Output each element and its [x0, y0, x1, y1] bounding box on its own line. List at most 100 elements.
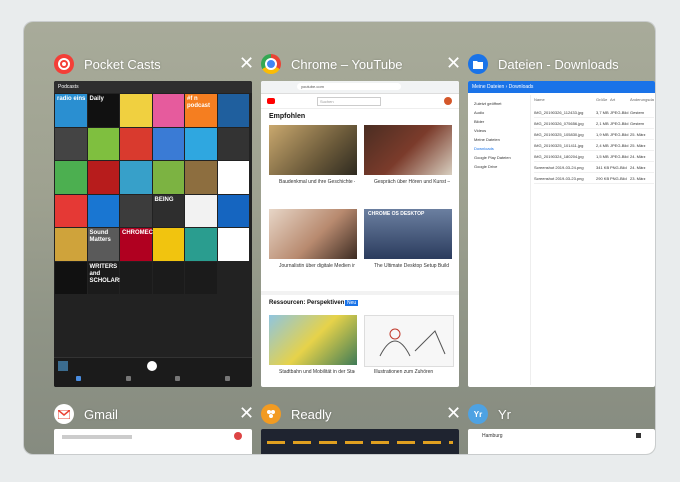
account-avatar[interactable]: [444, 97, 452, 105]
files-breadcrumb[interactable]: Meine Dateien › Downloads: [468, 81, 655, 93]
close-pocket-casts-icon[interactable]: ✕: [239, 54, 254, 72]
file-row[interactable]: IMG_20190326_112433.jpg 3,7 MB JPEG-Bild Ge…: [534, 107, 654, 118]
files-icon[interactable]: [468, 54, 488, 74]
podcast-tile[interactable]: Sound Matters: [87, 228, 119, 261]
podcast-tile[interactable]: [185, 228, 217, 261]
podcast-tile[interactable]: [152, 94, 184, 127]
podcast-tile[interactable]: [55, 194, 87, 227]
discover-tab-icon[interactable]: [175, 376, 181, 381]
promo-title[interactable]: Ressourcen: Perspektiven: [269, 300, 344, 306]
podcast-tile[interactable]: [152, 127, 184, 160]
podcast-tile[interactable]: BEING: [152, 194, 184, 227]
podcast-tile[interactable]: #f n podcast: [185, 94, 217, 127]
sidebar-item[interactable]: Downloads: [474, 146, 494, 151]
video-title-4[interactable]: The Ultimate Desktop Setup Build: [374, 263, 450, 269]
gmail-thumbnail[interactable]: [54, 429, 252, 454]
podcast-tile[interactable]: [217, 228, 249, 261]
readly-title[interactable]: Readly: [291, 407, 331, 422]
files-thumbnail[interactable]: Meine Dateien › Downloads Zuletzt geöffn…: [468, 81, 655, 387]
sidebar-item[interactable]: Zuletzt geöffnet: [474, 101, 502, 106]
video-title-3[interactable]: Journalistin über digitale Medien im Ges…: [279, 263, 355, 269]
podcast-tile[interactable]: [55, 228, 87, 261]
podcast-tile[interactable]: [87, 194, 119, 227]
podcast-tile[interactable]: [120, 261, 152, 294]
podcast-tile[interactable]: [185, 194, 217, 227]
close-readly-icon[interactable]: ✕: [446, 404, 461, 422]
profile-tab-icon[interactable]: [224, 376, 230, 381]
pocket-casts-icon[interactable]: [54, 54, 74, 74]
yr-title[interactable]: Yr: [498, 407, 511, 422]
sidebar-item[interactable]: Bilder: [474, 119, 484, 124]
podcast-tile[interactable]: [87, 161, 119, 194]
podcast-tile[interactable]: radio eins: [55, 94, 87, 127]
file-row[interactable]: IMG_20190325_101411.jpg 2,4 MB JPEG-Bild 25…: [534, 140, 654, 151]
podcast-tile[interactable]: [152, 161, 184, 194]
video-thumbnail-1[interactable]: [269, 125, 357, 175]
pocket-casts-thumbnail[interactable]: Podcasts radio eins Daily #f n podcast BEIN…: [54, 81, 252, 387]
podcast-tile[interactable]: Daily: [87, 94, 119, 127]
podcast-tile[interactable]: [55, 161, 87, 194]
podcast-tile[interactable]: [217, 127, 249, 160]
chrome-icon[interactable]: [261, 54, 281, 74]
sidebar-item[interactable]: Audio: [474, 110, 484, 115]
file-row[interactable]: IMG_20190325_105830.jpg 1,9 MB JPEG-Bild 25…: [534, 129, 654, 140]
readly-icon[interactable]: [261, 404, 281, 424]
close-chrome-icon[interactable]: ✕: [446, 54, 461, 72]
column-date[interactable]: Änderungsdatum: [630, 97, 654, 105]
video-title-1[interactable]: Baudenkmal und ihre Geschichte – Bildung…: [279, 179, 355, 185]
sidebar-item[interactable]: Meine Dateien: [474, 137, 500, 142]
column-name[interactable]: Name: [534, 97, 596, 105]
close-gmail-icon[interactable]: ✕: [239, 404, 254, 422]
sidebar-item[interactable]: Google Play Dateien: [474, 155, 511, 160]
video-title-2[interactable]: Gespräch über Hören und Kunst – Podcast: [374, 179, 450, 185]
podcast-tile[interactable]: [120, 94, 152, 127]
address-bar[interactable]: youtube.com: [297, 83, 401, 90]
podcast-tile[interactable]: [217, 161, 249, 194]
file-row[interactable]: Screenshot 2019-03-23.png 290 KB PNG-Bild 2…: [534, 173, 654, 184]
youtube-logo-icon[interactable]: [267, 98, 275, 104]
podcast-tile[interactable]: [120, 161, 152, 194]
podcast-tile[interactable]: [217, 94, 249, 127]
video-thumbnail-6[interactable]: [364, 315, 454, 367]
podcast-tile[interactable]: [185, 161, 217, 194]
filter-tab-icon[interactable]: [125, 376, 131, 381]
file-row[interactable]: Screenshot 2019-03-24.png 341 KB PNG-Bild 2…: [534, 162, 654, 173]
podcast-tile[interactable]: [217, 194, 249, 227]
gmail-title[interactable]: Gmail: [84, 407, 118, 422]
chrome-thumbnail[interactable]: youtube.com Suchen Empfohlen Baudenkmal …: [261, 81, 459, 387]
podcast-tile[interactable]: [87, 127, 119, 160]
sidebar-item[interactable]: Videos: [474, 128, 486, 133]
pocket-casts-title[interactable]: Pocket Casts: [84, 57, 161, 72]
gmail-icon[interactable]: [54, 404, 74, 424]
column-size[interactable]: Größe: [596, 97, 610, 105]
now-playing-artwork[interactable]: [58, 361, 68, 371]
podcast-tile[interactable]: [152, 261, 184, 294]
podcast-tile[interactable]: [120, 194, 152, 227]
podcast-tile[interactable]: [185, 127, 217, 160]
podcast-tile[interactable]: [152, 228, 184, 261]
podcast-tile[interactable]: [120, 127, 152, 160]
video-title-5[interactable]: Stadtbahn und Mobilität in der Stadt: [279, 369, 355, 375]
podcast-tile[interactable]: [185, 261, 217, 294]
video-title-6[interactable]: Illustrationen zum Zuhören: [374, 369, 450, 375]
file-row[interactable]: IMG_20190324_180204.jpg 1,5 MB JPEG-Bild 24…: [534, 151, 654, 162]
play-icon[interactable]: [147, 361, 157, 371]
video-thumbnail-5[interactable]: [269, 315, 357, 365]
column-type[interactable]: Art: [610, 97, 630, 105]
yr-icon[interactable]: Yr: [468, 404, 488, 424]
podcast-tile[interactable]: [55, 127, 87, 160]
podcast-tile[interactable]: [55, 261, 87, 294]
youtube-search-input[interactable]: Suchen: [317, 97, 381, 106]
file-row[interactable]: IMG_20190326_075656.jpg 2,1 MB JPEG-Bild Ge…: [534, 118, 654, 129]
podcast-tile[interactable]: WRITERS and SCHOLARS: [87, 261, 123, 294]
files-title[interactable]: Dateien - Downloads: [498, 57, 619, 72]
video-thumbnail-3[interactable]: [269, 209, 357, 259]
video-thumbnail-4[interactable]: CHROME OS DESKTOP: [364, 209, 452, 259]
sidebar-item[interactable]: Google Drive: [474, 164, 497, 169]
video-thumbnail-2[interactable]: [364, 125, 452, 175]
readly-thumbnail[interactable]: [261, 429, 459, 454]
podcasts-tab-icon[interactable]: [76, 376, 82, 381]
podcast-tile[interactable]: CHROMECAST: [120, 228, 165, 261]
chrome-title[interactable]: Chrome – YouTube: [291, 57, 403, 72]
yr-thumbnail[interactable]: Hamburg: [468, 429, 655, 454]
